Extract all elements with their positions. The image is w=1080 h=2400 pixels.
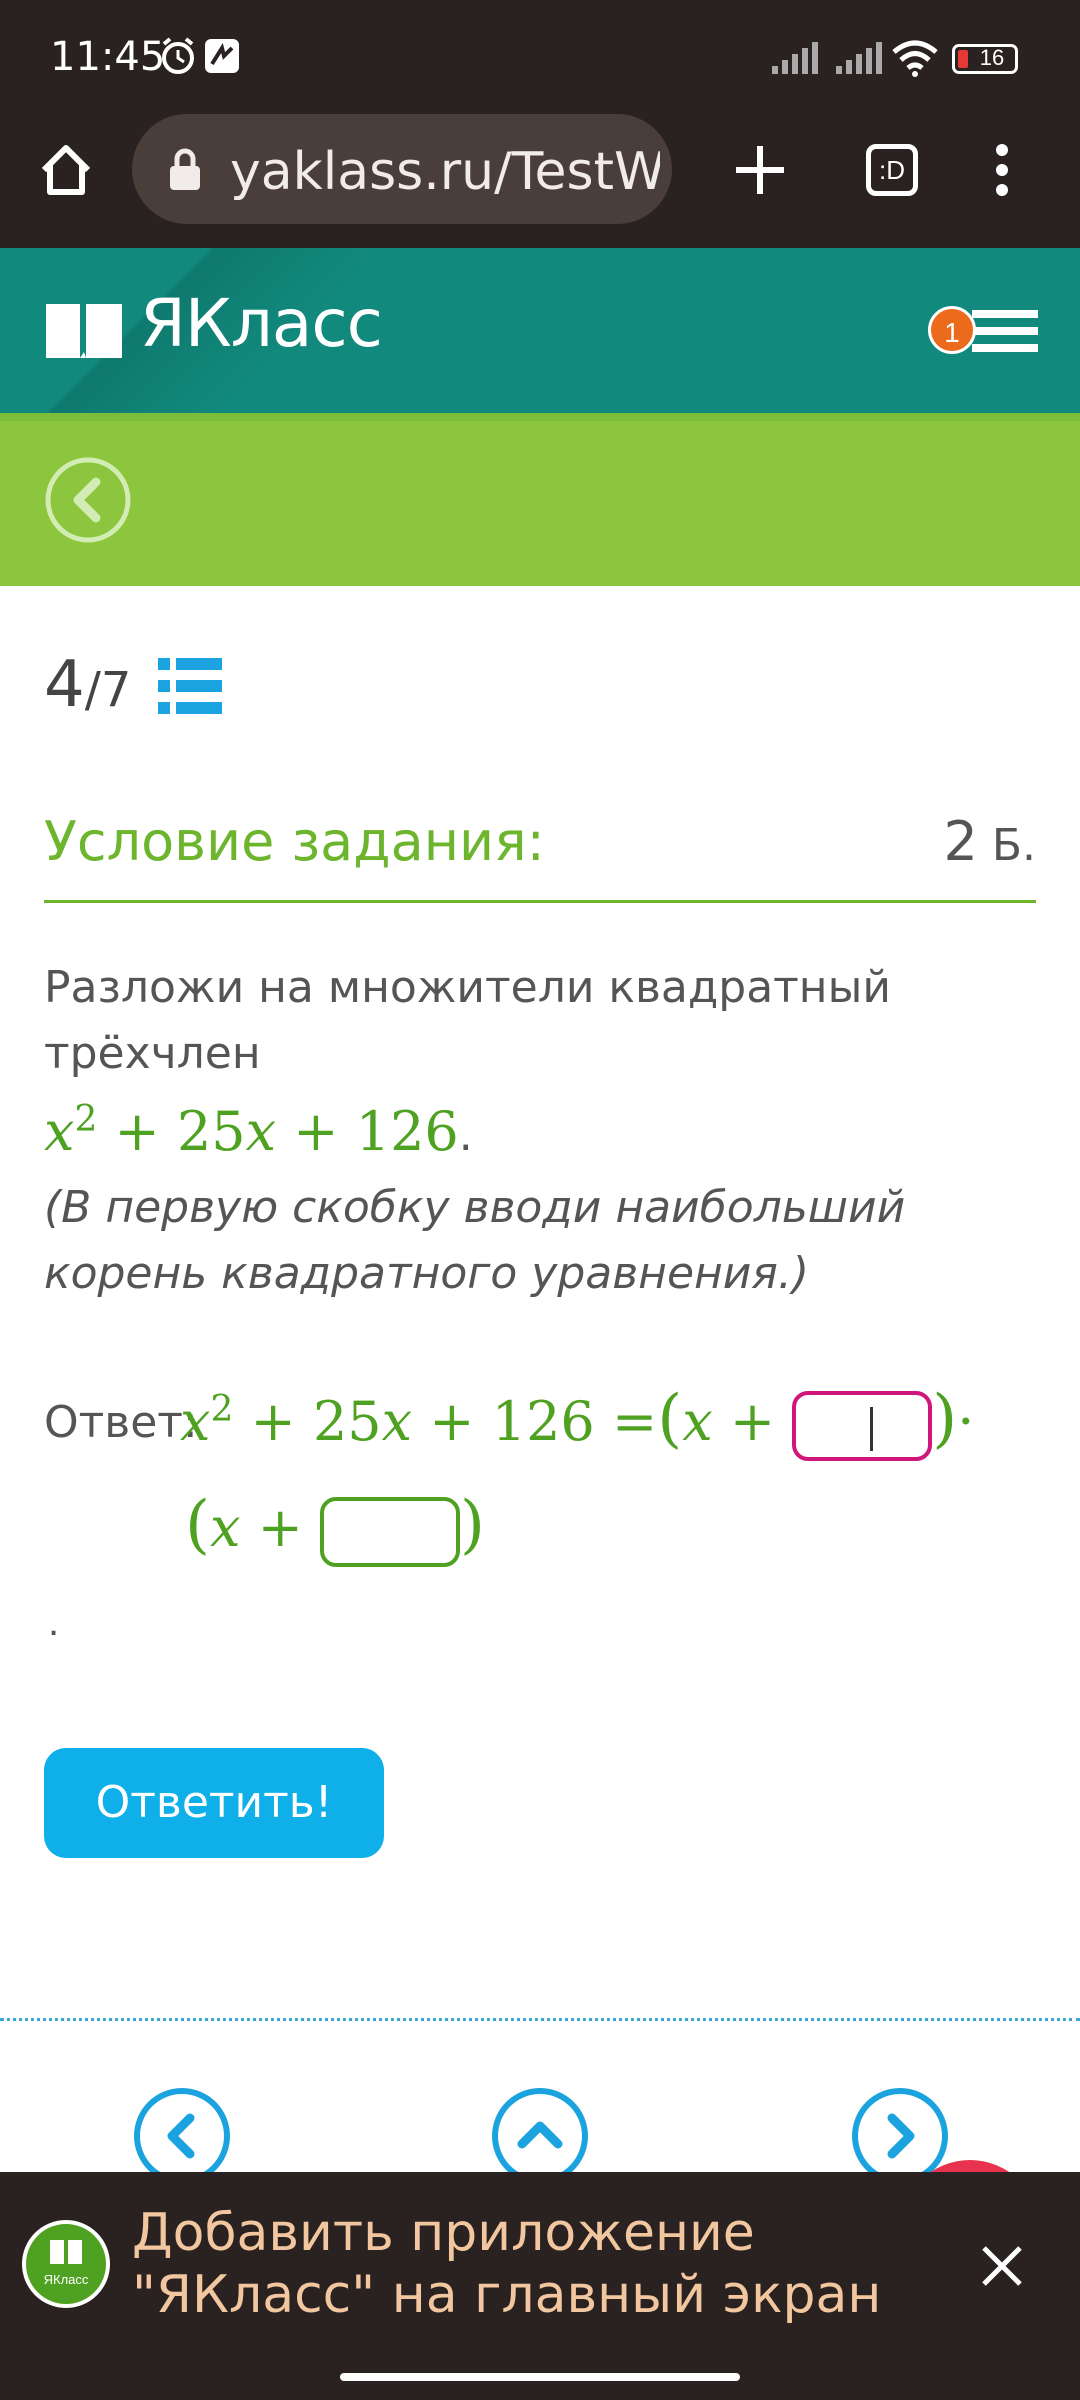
home-gesture-bar[interactable] — [340, 2373, 740, 2381]
wifi-icon — [892, 40, 938, 77]
banner-line2: "ЯКласс" на главный экран — [132, 2265, 882, 2325]
progress-total: /7 — [84, 662, 132, 718]
navigation-band — [0, 421, 1080, 586]
answer-period: . — [48, 1600, 60, 1644]
hamburger-menu-icon[interactable] — [972, 306, 1038, 356]
answer-expression: x2 + 25x + 126 =(x + )· — [180, 1382, 974, 1461]
task-progress: 4/7 — [44, 648, 131, 722]
chevron-left-icon — [167, 2113, 195, 2159]
app-logo-text: ЯКласс — [43, 2272, 89, 2287]
lock-icon — [170, 148, 200, 190]
back-button[interactable] — [44, 456, 132, 544]
app-logo: ЯКласс — [22, 2220, 110, 2308]
header-divider — [0, 413, 1080, 421]
notification-badge[interactable]: 1 — [928, 306, 976, 354]
answer-label: Ответ: — [44, 1397, 198, 1448]
battery-icon: 16 — [952, 44, 1018, 74]
condition-divider — [44, 900, 1036, 903]
install-banner-text[interactable]: Добавить приложение "ЯКласс" на главный … — [132, 2202, 881, 2326]
battery-level: 16 — [979, 45, 1005, 70]
root2-input[interactable] — [320, 1497, 461, 1567]
task-list-icon[interactable] — [158, 656, 222, 716]
signal-icon-1 — [772, 42, 818, 74]
status-time: 11:45 — [50, 34, 166, 80]
status-bar: 11:45 16 — [0, 0, 1080, 120]
points-unit: Б. — [977, 820, 1036, 871]
task-statement: Разложи на множители квадратный трёхчлен… — [44, 962, 891, 1163]
app-notification-icon — [205, 39, 239, 73]
alarm-icon — [162, 37, 194, 74]
tabs-button[interactable]: :D — [866, 144, 918, 196]
condition-title: Условие задания: — [44, 810, 545, 873]
url-text[interactable]: yaklass.ru/TestW — [230, 142, 660, 202]
scroll-top-button[interactable] — [492, 2088, 588, 2184]
points-value: 2 — [943, 810, 978, 873]
text-cursor — [870, 1407, 874, 1451]
logo-book-icon[interactable] — [44, 300, 124, 360]
task-text: Разложи на множители квадратный трёхчлен — [44, 962, 891, 1079]
progress-current: 4 — [44, 648, 85, 722]
site-logo[interactable]: ЯКласс — [140, 285, 383, 362]
submit-answer-button[interactable]: Ответить! — [44, 1748, 384, 1858]
prev-task-button[interactable] — [134, 2088, 230, 2184]
chevron-up-icon — [517, 2121, 563, 2149]
task-hint: (В первую скобку вводи наибольший корень… — [44, 1182, 906, 1299]
signal-icon-2 — [836, 42, 882, 74]
task-points: 2 Б. — [943, 810, 1036, 873]
new-tab-icon[interactable] — [730, 140, 790, 200]
banner-line1: Добавить приложение — [132, 2203, 755, 2263]
section-divider — [0, 2018, 1080, 2021]
home-icon[interactable] — [36, 140, 96, 200]
root1-input[interactable] — [792, 1391, 933, 1461]
answer-expression-second-factor: (x + ) — [185, 1488, 485, 1567]
task-expression: x2 + 25x + 126 — [44, 1099, 459, 1163]
close-icon[interactable] — [980, 2244, 1024, 2288]
chevron-right-icon — [887, 2113, 915, 2159]
menu-dots-icon[interactable] — [990, 140, 1014, 200]
